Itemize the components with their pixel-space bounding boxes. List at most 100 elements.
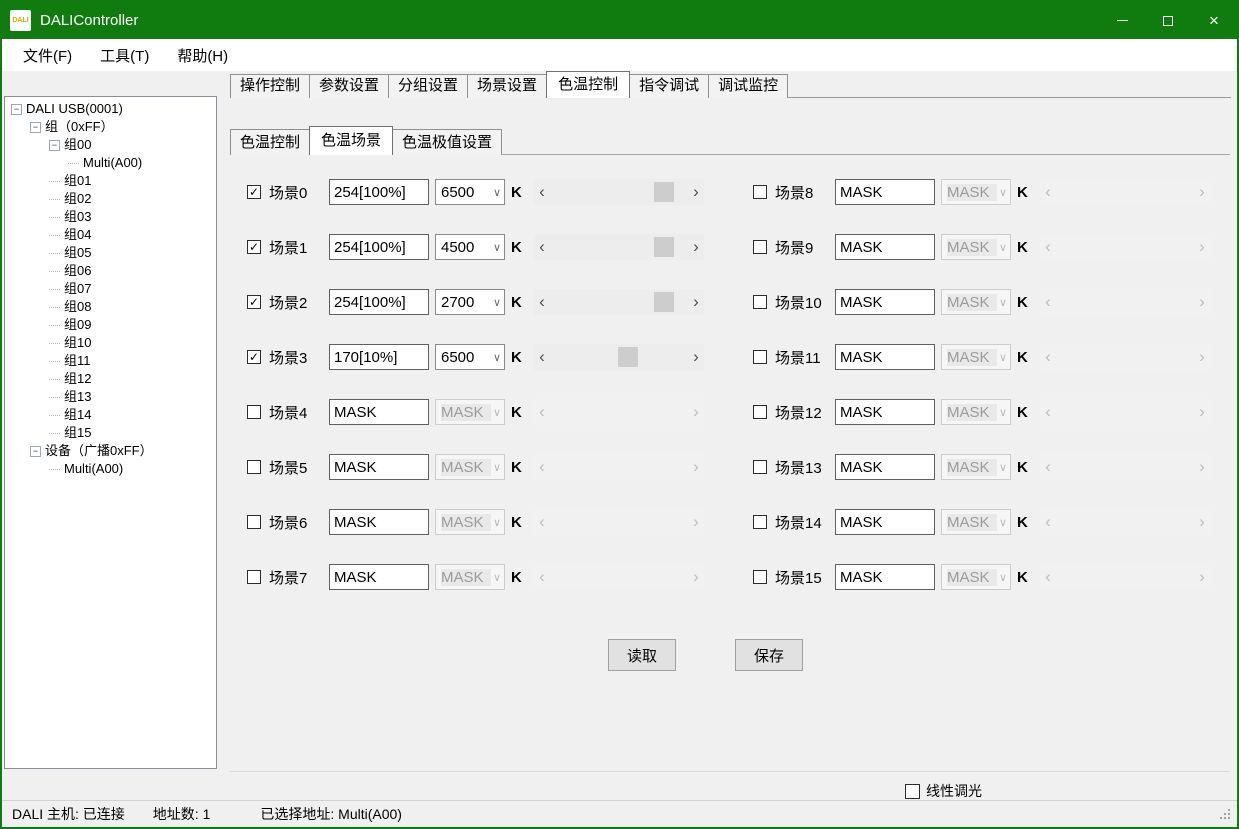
scrollbar-right-arrow-icon[interactable]: › (688, 234, 704, 260)
scrollbar-right-arrow-icon[interactable]: › (688, 179, 704, 205)
resize-grip[interactable] (1228, 809, 1230, 811)
scene-checkbox[interactable] (753, 570, 767, 584)
scene-colortemp-dropdown[interactable]: 2700∨ (435, 289, 505, 315)
titlebar[interactable]: DALI DALIController × (2, 2, 1237, 39)
scene-colortemp-dropdown[interactable]: 6500∨ (435, 344, 505, 370)
scene-colortemp-dropdown[interactable]: MASK∨ (941, 454, 1011, 480)
scene-checkbox[interactable]: ✓ (247, 295, 261, 309)
tree-item[interactable]: 组14 (5, 406, 216, 424)
scrollbar-left-arrow-icon[interactable]: ‹ (534, 234, 550, 260)
scene-colortemp-dropdown[interactable]: MASK∨ (435, 564, 505, 590)
scene-checkbox[interactable] (753, 405, 767, 419)
tab-色温控制[interactable]: 色温控制 (546, 71, 630, 98)
subtab-色温控制[interactable]: 色温控制 (230, 129, 310, 155)
scene-checkbox[interactable]: ✓ (247, 240, 261, 254)
tree-item[interactable]: 组04 (5, 226, 216, 244)
scene-checkbox[interactable] (247, 405, 261, 419)
scene-brightness-input[interactable] (329, 179, 429, 205)
scene-brightness-input[interactable] (329, 564, 429, 590)
scene-colortemp-dropdown[interactable]: MASK∨ (941, 564, 1011, 590)
scene-checkbox[interactable] (753, 350, 767, 364)
scrollbar-left-arrow-icon[interactable]: ‹ (534, 289, 550, 315)
tree-collapse-icon[interactable]: − (30, 122, 41, 133)
scene-checkbox[interactable] (247, 570, 261, 584)
scene-colortemp-dropdown[interactable]: MASK∨ (941, 289, 1011, 315)
scrollbar-track[interactable] (550, 234, 688, 260)
subtab-色温极值设置[interactable]: 色温极值设置 (392, 129, 502, 155)
scene-brightness-input[interactable] (329, 509, 429, 535)
read-button[interactable]: 读取 (608, 639, 676, 671)
scene-checkbox[interactable] (753, 185, 767, 199)
scene-brightness-input[interactable] (329, 289, 429, 315)
scene-brightness-input[interactable] (835, 179, 935, 205)
scene-temp-scrollbar[interactable]: ‹› (534, 179, 704, 205)
tree-item[interactable]: 组03 (5, 208, 216, 226)
scene-brightness-input[interactable] (329, 344, 429, 370)
tree-item[interactable]: 组13 (5, 388, 216, 406)
scrollbar-thumb[interactable] (654, 237, 674, 257)
scene-checkbox[interactable] (753, 515, 767, 529)
scene-colortemp-dropdown[interactable]: MASK∨ (435, 399, 505, 425)
scene-checkbox[interactable] (247, 515, 261, 529)
tree-item[interactable]: 组12 (5, 370, 216, 388)
maximize-button[interactable] (1145, 2, 1191, 39)
minimize-button[interactable] (1099, 2, 1145, 39)
scene-brightness-input[interactable] (329, 454, 429, 480)
scene-brightness-input[interactable] (835, 399, 935, 425)
scene-checkbox[interactable] (247, 460, 261, 474)
scene-brightness-input[interactable] (329, 399, 429, 425)
tree-item[interactable]: −组（0xFF） (5, 118, 216, 136)
scene-colortemp-dropdown[interactable]: MASK∨ (435, 454, 505, 480)
tree-item[interactable]: −DALI USB(0001) (5, 100, 216, 118)
scrollbar-left-arrow-icon[interactable]: ‹ (534, 179, 550, 205)
tree-item[interactable]: 组11 (5, 352, 216, 370)
scene-colortemp-dropdown[interactable]: MASK∨ (941, 399, 1011, 425)
tree-item[interactable]: 组02 (5, 190, 216, 208)
tree-item[interactable]: Multi(A00) (5, 460, 216, 478)
tree-item[interactable]: 组05 (5, 244, 216, 262)
tree-item[interactable]: 组07 (5, 280, 216, 298)
tree-item[interactable]: 组10 (5, 334, 216, 352)
scene-checkbox[interactable] (753, 295, 767, 309)
tab-场景设置[interactable]: 场景设置 (467, 74, 547, 98)
scene-brightness-input[interactable] (835, 344, 935, 370)
scene-brightness-input[interactable] (835, 454, 935, 480)
scene-brightness-input[interactable] (835, 234, 935, 260)
scene-temp-scrollbar[interactable]: ‹› (534, 344, 704, 370)
scrollbar-track[interactable] (550, 179, 688, 205)
tree-item[interactable]: 组01 (5, 172, 216, 190)
scrollbar-track[interactable] (550, 289, 688, 315)
scene-colortemp-dropdown[interactable]: 4500∨ (435, 234, 505, 260)
scrollbar-track[interactable] (550, 344, 688, 370)
scene-checkbox[interactable]: ✓ (247, 185, 261, 199)
scene-brightness-input[interactable] (835, 509, 935, 535)
scene-checkbox[interactable] (753, 240, 767, 254)
scrollbar-right-arrow-icon[interactable]: › (688, 344, 704, 370)
scene-colortemp-dropdown[interactable]: MASK∨ (941, 344, 1011, 370)
tab-操作控制[interactable]: 操作控制 (230, 74, 310, 98)
scene-temp-scrollbar[interactable]: ‹› (534, 234, 704, 260)
scene-brightness-input[interactable] (835, 564, 935, 590)
tree-item[interactable]: Multi(A00) (5, 154, 216, 172)
tree-item[interactable]: 组09 (5, 316, 216, 334)
menu-item-帮助(H)[interactable]: 帮助(H) (163, 39, 242, 71)
save-button[interactable]: 保存 (735, 639, 803, 671)
scrollbar-thumb[interactable] (654, 182, 674, 202)
tree-item[interactable]: 组08 (5, 298, 216, 316)
tab-调试监控[interactable]: 调试监控 (708, 74, 788, 98)
scrollbar-left-arrow-icon[interactable]: ‹ (534, 344, 550, 370)
tree-collapse-icon[interactable]: − (11, 104, 22, 115)
scene-colortemp-dropdown[interactable]: 6500∨ (435, 179, 505, 205)
scene-colortemp-dropdown[interactable]: MASK∨ (941, 509, 1011, 535)
subtab-色温场景[interactable]: 色温场景 (309, 126, 393, 155)
menu-item-工具(T)[interactable]: 工具(T) (86, 39, 163, 71)
tree-item[interactable]: 组15 (5, 424, 216, 442)
tree-item[interactable]: 组06 (5, 262, 216, 280)
scene-colortemp-dropdown[interactable]: MASK∨ (941, 179, 1011, 205)
menu-item-文件(F)[interactable]: 文件(F) (9, 39, 86, 71)
tab-分组设置[interactable]: 分组设置 (388, 74, 468, 98)
scene-colortemp-dropdown[interactable]: MASK∨ (941, 234, 1011, 260)
tree-collapse-icon[interactable]: − (49, 140, 60, 151)
close-button[interactable]: × (1191, 2, 1237, 39)
tree-item[interactable]: −组00 (5, 136, 216, 154)
